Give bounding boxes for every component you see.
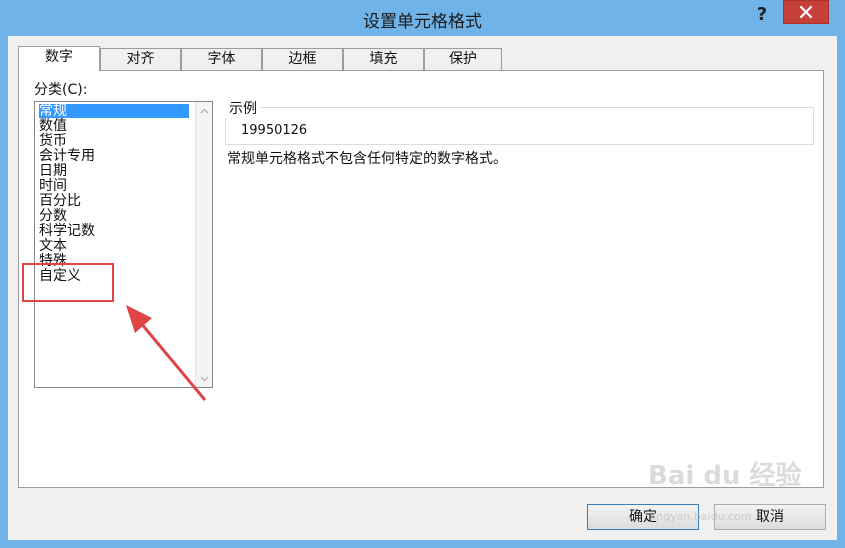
category-item-accounting[interactable]: 会计专用 (39, 149, 95, 163)
category-item-percentage[interactable]: 百分比 (39, 194, 81, 208)
category-item-number[interactable]: 数值 (39, 119, 67, 133)
tab-border[interactable]: 边框 (262, 48, 343, 70)
tab-protection[interactable]: 保护 (424, 48, 502, 70)
format-cells-dialog: 设置单元格格式 ? 数字 对齐 字体 边框 填充 保护 分类(C): 常规 数值… (0, 0, 845, 548)
category-item-currency[interactable]: 货币 (39, 134, 67, 148)
scroll-up-arrow[interactable] (196, 102, 212, 119)
tab-number[interactable]: 数字 (18, 46, 100, 71)
scroll-down-arrow[interactable] (196, 370, 212, 387)
category-listbox[interactable]: 常规 数值 货币 会计专用 日期 时间 百分比 分数 科学记数 文本 特殊 自定… (34, 101, 213, 388)
window-title: 设置单元格格式 (363, 12, 482, 32)
format-description: 常规单元格格式不包含任何特定的数字格式。 (227, 151, 507, 167)
category-label: 分类(C): (34, 82, 88, 98)
close-button[interactable] (783, 0, 829, 24)
watermark-logo: Bai du 经验 (648, 461, 802, 491)
sample-label: 示例 (225, 98, 261, 118)
category-scrollbar[interactable] (195, 102, 212, 387)
tab-fill[interactable]: 填充 (343, 48, 424, 70)
sample-groupbox (225, 107, 814, 145)
category-item-scientific[interactable]: 科学记数 (39, 224, 95, 238)
chevron-up-icon (200, 108, 208, 113)
category-item-general[interactable]: 常规 (39, 104, 189, 118)
annotation-highlight-box (22, 263, 114, 302)
tab-font[interactable]: 字体 (181, 48, 262, 70)
watermark-url: jingyan.baidu.com (650, 510, 752, 523)
chevron-down-icon (200, 376, 208, 381)
category-item-date[interactable]: 日期 (39, 164, 67, 178)
title-bar[interactable]: 设置单元格格式 ? (0, 0, 845, 36)
category-item-fraction[interactable]: 分数 (39, 209, 67, 223)
tab-alignment[interactable]: 对齐 (100, 48, 181, 70)
category-item-time[interactable]: 时间 (39, 179, 67, 193)
number-tab-panel: 分类(C): 常规 数值 货币 会计专用 日期 时间 百分比 分数 科学记数 文… (18, 70, 824, 488)
help-button[interactable]: ? (748, 3, 776, 27)
close-icon (799, 5, 813, 19)
category-item-text[interactable]: 文本 (39, 239, 67, 253)
sample-value: 19950126 (241, 123, 308, 138)
